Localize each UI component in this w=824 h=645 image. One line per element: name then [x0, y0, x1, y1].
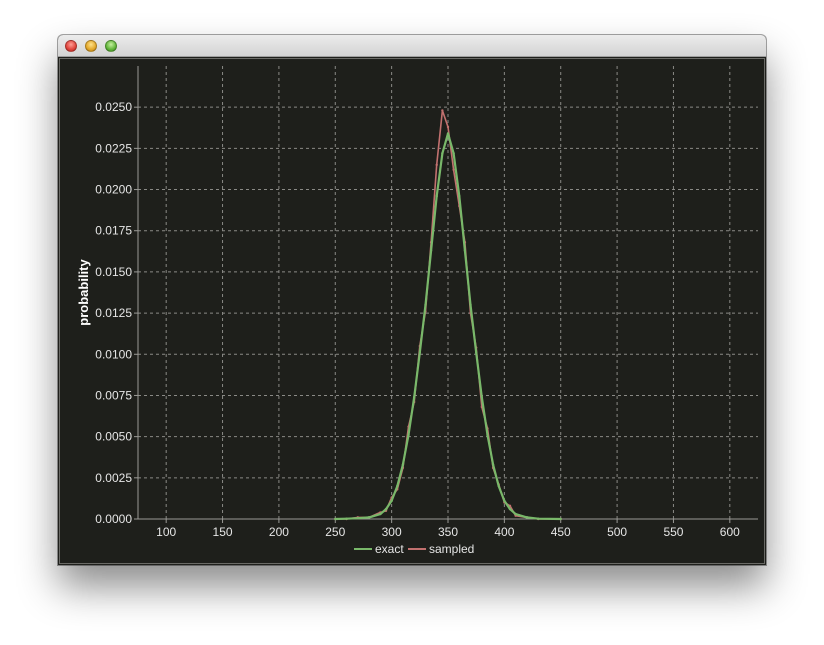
- y-tick-label-4: 0.0100: [95, 347, 132, 361]
- series-point-sampled-17: [452, 168, 455, 171]
- app-window: 100 150 200 250 300 350 400 450 500 550 600 0.0000 0…: [58, 35, 766, 565]
- series-point-exact-6: [390, 499, 393, 503]
- y-tick-label-9: 0.0225: [95, 141, 132, 155]
- x-tick-label-5: 350: [438, 525, 458, 539]
- x-tick-label-4: 300: [382, 525, 402, 539]
- series-point-exact-30: [536, 517, 540, 520]
- y-tick-label-1: 0.0025: [95, 471, 132, 485]
- series-point-exact-21: [474, 351, 478, 354]
- x-tick-label-6: 400: [494, 525, 514, 539]
- y-tick-label-7: 0.0175: [95, 224, 132, 238]
- series-point-sampled-14: [435, 163, 438, 167]
- series-point-exact-13: [429, 249, 433, 252]
- series-point-exact-7: [396, 484, 399, 488]
- series-point-exact-26: [503, 499, 506, 503]
- y-tick-label-3: 0.0075: [95, 388, 132, 402]
- series-point-exact-12: [424, 303, 427, 307]
- series-point-exact-23: [486, 433, 489, 437]
- series-point-exact-5: [384, 507, 388, 511]
- y-tick-label-6: 0.0150: [95, 265, 132, 279]
- series-point-exact-28: [514, 512, 517, 516]
- y-tick-label-5: 0.0125: [95, 306, 132, 320]
- series-point-exact-16: [446, 132, 450, 135]
- series-point-exact-4: [379, 512, 382, 516]
- legend-label-sampled: sampled: [429, 542, 474, 556]
- series-point-exact-2: [356, 516, 360, 520]
- series-point-exact-3: [367, 516, 371, 519]
- y-tick-label-0: 0.0000: [95, 512, 132, 526]
- series-point-exact-0: [334, 517, 337, 521]
- series-point-exact-1: [345, 517, 348, 520]
- series-point-exact-15: [441, 152, 444, 155]
- series-point-exact-20: [469, 303, 472, 307]
- series-point-exact-24: [491, 463, 495, 466]
- y-tick-label-10: 0.0250: [95, 100, 132, 114]
- series-point-sampled-16: [446, 125, 450, 129]
- series-point-exact-29: [525, 516, 529, 519]
- series-point-exact-10: [412, 395, 416, 399]
- x-tick-label-3: 250: [325, 525, 345, 539]
- series-point-sampled-15: [441, 109, 444, 112]
- series-point-exact-18: [458, 194, 461, 198]
- y-axis-label: probability: [76, 259, 91, 326]
- series-point-exact-27: [508, 507, 512, 511]
- chart-panel: 100 150 200 250 300 350 400 450 500 550 600 0.0000 0…: [59, 58, 765, 564]
- series-point-exact-19: [463, 249, 467, 252]
- series-point-exact-8: [401, 463, 405, 466]
- title-bar: [58, 35, 766, 57]
- x-tick-label-0: 100: [156, 525, 176, 539]
- close-window-button[interactable]: [65, 40, 77, 52]
- probability-chart: 100 150 200 250 300 350 400 450 500 550 600 0.0000 0…: [76, 66, 758, 556]
- x-tick-label-8: 500: [607, 525, 627, 539]
- y-tick-label-2: 0.0050: [95, 430, 132, 444]
- series-point-exact-9: [407, 433, 410, 437]
- series-point-exact-22: [480, 395, 484, 399]
- x-tick-label-1: 150: [213, 525, 233, 539]
- legend-label-exact: exact: [375, 542, 404, 556]
- y-tick-label-8: 0.0200: [95, 183, 132, 197]
- series-point-exact-17: [452, 152, 455, 155]
- series-point-exact-11: [418, 351, 422, 354]
- series-point-exact-31: [559, 517, 562, 521]
- series-point-exact-14: [435, 194, 438, 198]
- x-tick-label-7: 450: [551, 525, 571, 539]
- x-tick-label-9: 550: [663, 525, 683, 539]
- x-tick-label-2: 200: [269, 525, 289, 539]
- zoom-window-button[interactable]: [105, 40, 117, 52]
- x-tick-label-10: 600: [720, 525, 740, 539]
- series-point-exact-25: [497, 484, 500, 488]
- minimize-window-button[interactable]: [85, 40, 97, 52]
